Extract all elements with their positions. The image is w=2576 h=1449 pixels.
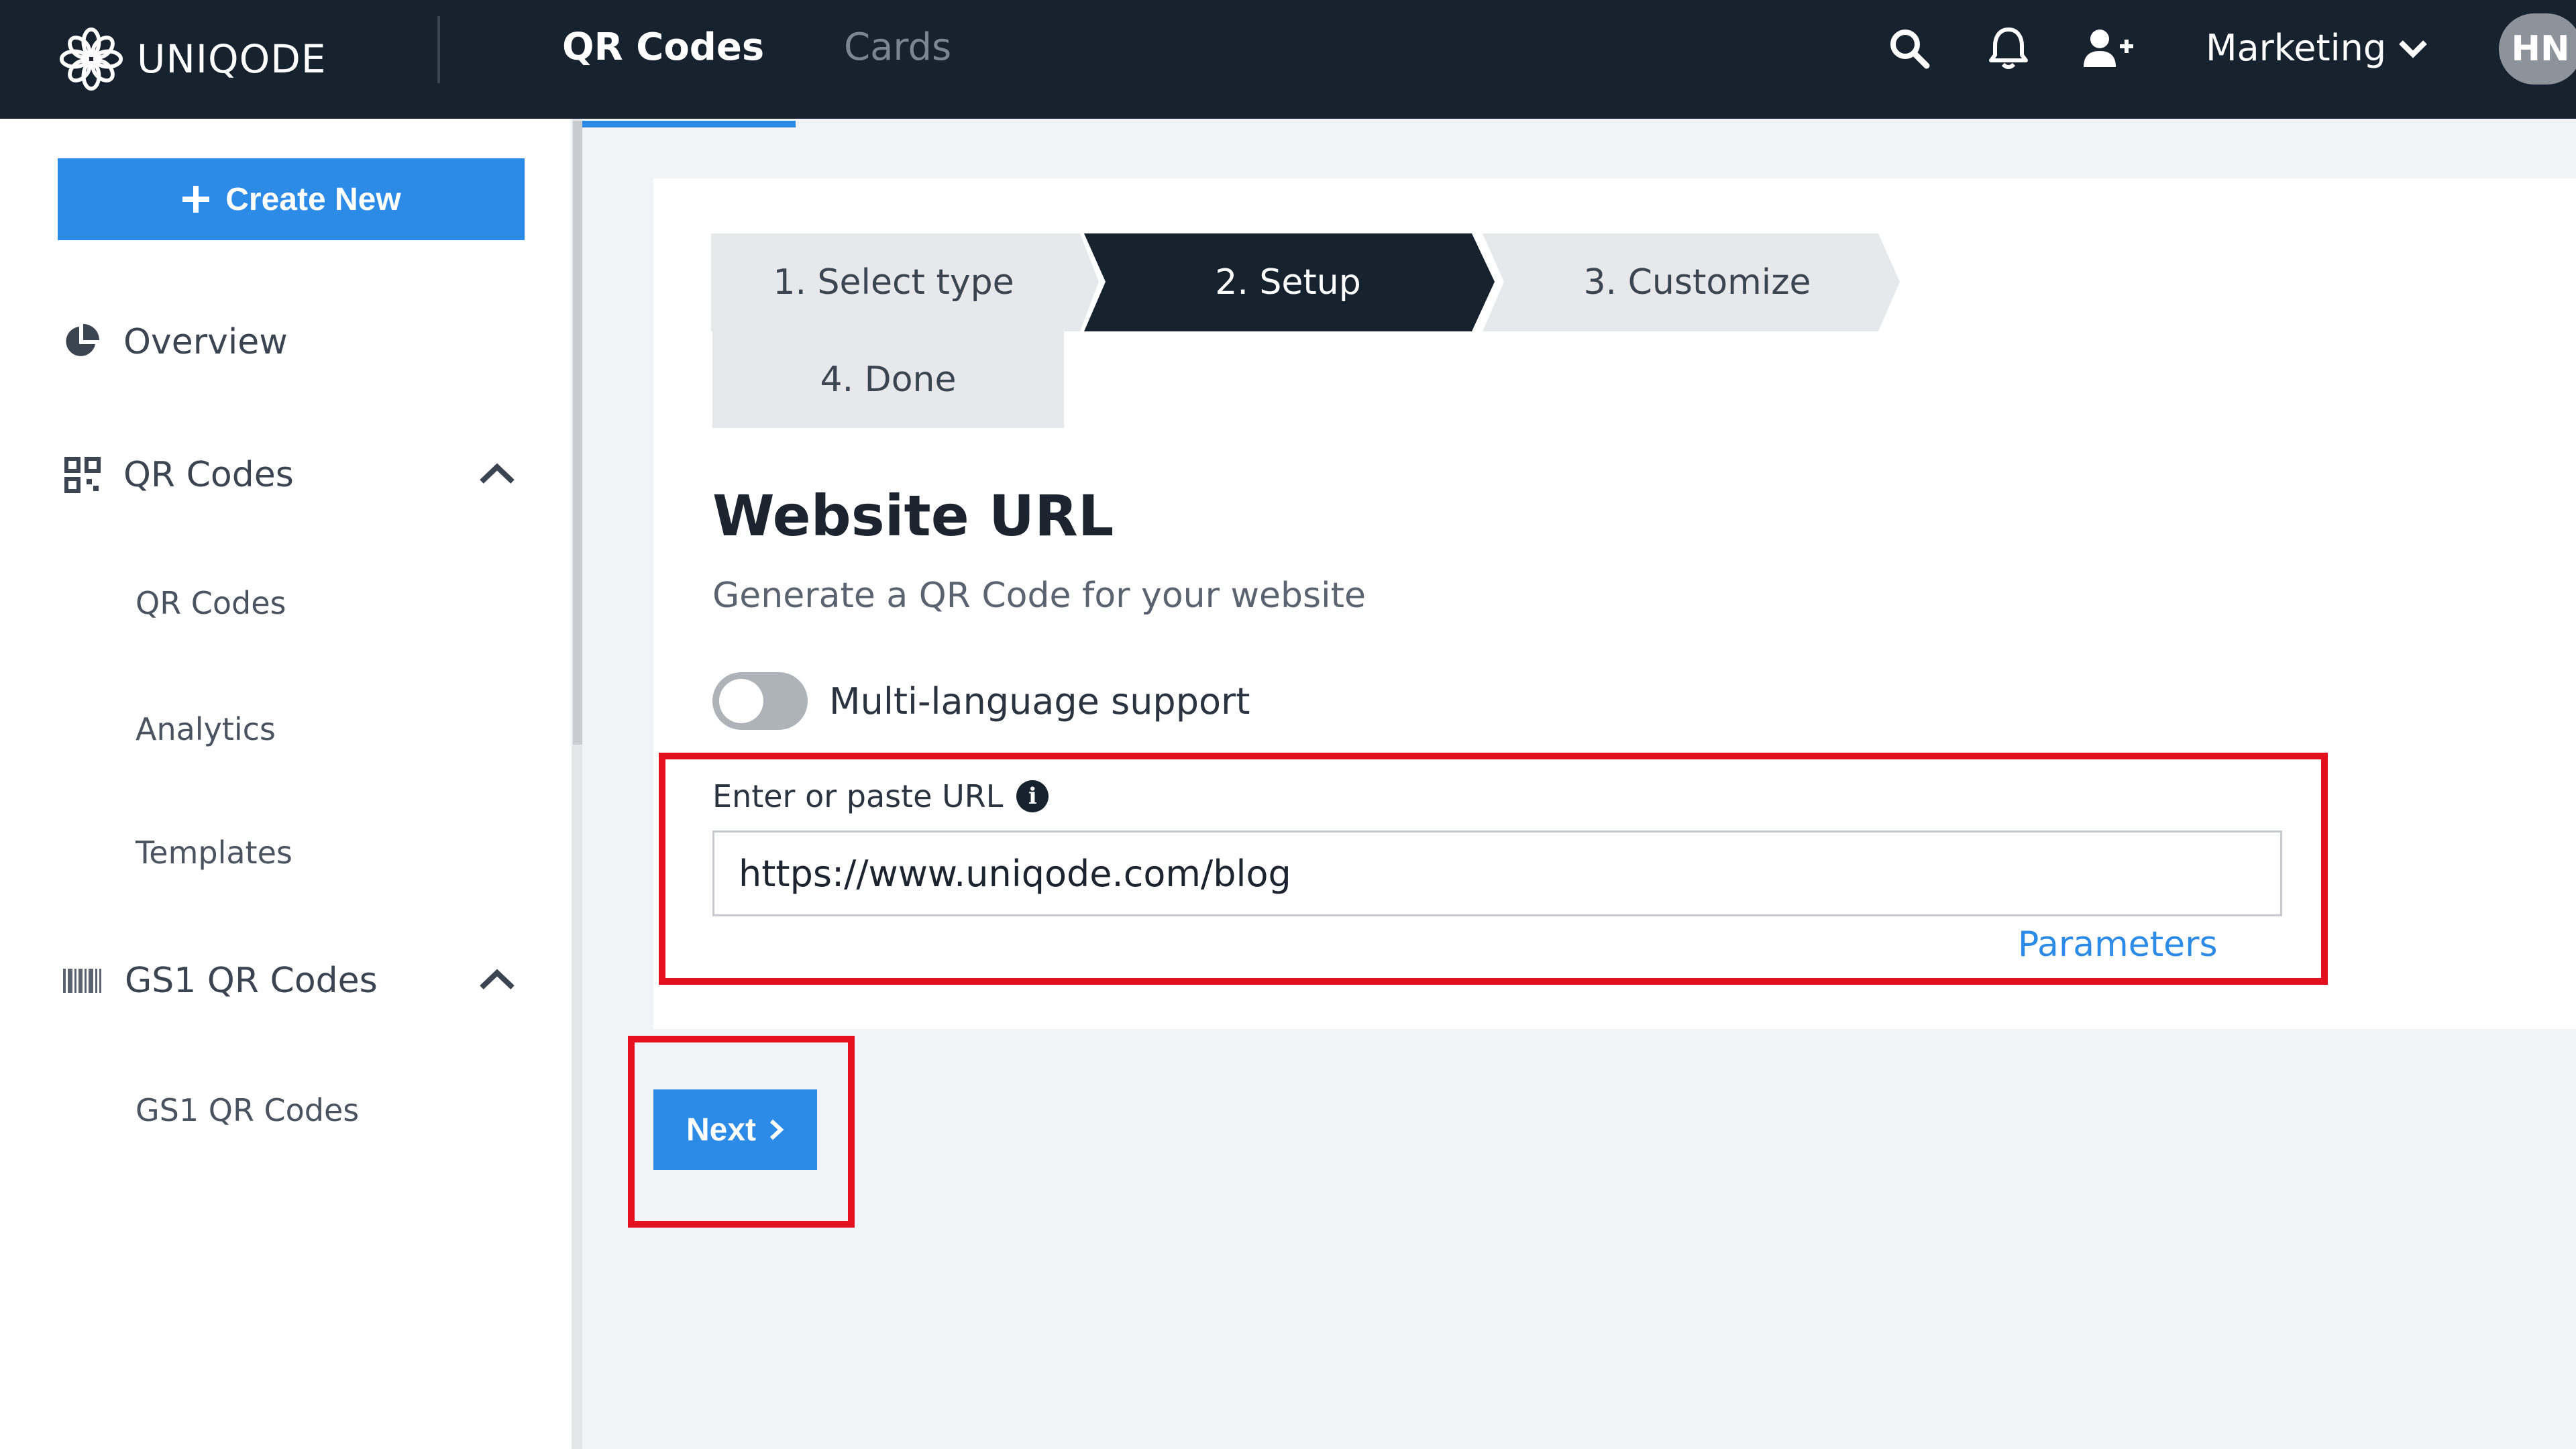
next-button-label: Next <box>686 1112 757 1148</box>
multi-language-label: Multi-language support <box>829 680 1250 722</box>
tab-qr-codes[interactable]: QR Codes <box>562 25 764 69</box>
info-icon[interactable]: i <box>1016 780 1049 812</box>
sidebar-item-overview[interactable]: Overview <box>62 322 288 362</box>
url-input[interactable] <box>712 830 2282 916</box>
sidebar-item-qr-codes[interactable]: QR Codes <box>64 455 294 495</box>
sidebar <box>0 119 572 1449</box>
sidebar-item-label: Overview <box>123 322 288 362</box>
create-new-button[interactable]: Create New <box>58 158 525 240</box>
page-title: Website URL <box>712 483 1114 549</box>
step-done[interactable]: 4. Done <box>712 331 1064 428</box>
chevron-right-icon <box>769 1119 784 1140</box>
create-new-label: Create New <box>225 181 401 217</box>
tab-cards[interactable]: Cards <box>844 25 951 69</box>
chevron-down-icon <box>2399 40 2427 58</box>
step-customize[interactable]: 3. Customize <box>1503 235 1892 330</box>
add-user-icon[interactable] <box>2081 24 2135 72</box>
search-icon[interactable] <box>1885 24 1933 72</box>
next-button[interactable]: Next <box>653 1089 817 1170</box>
sidebar-item-label: QR Codes <box>123 455 294 495</box>
url-field-label: Enter or paste URL i <box>712 778 1049 814</box>
bell-icon[interactable] <box>1984 24 2033 72</box>
top-navbar: UNIQODE QR Codes Cards Marketing HN <box>0 0 2576 119</box>
brand-logo[interactable]: UNIQODE <box>59 19 327 99</box>
workspace-name: Marketing <box>2206 27 2387 69</box>
brand-name: UNIQODE <box>137 36 327 82</box>
chevron-up-icon[interactable] <box>478 462 517 486</box>
sidebar-scrollbar[interactable] <box>573 121 582 745</box>
sidebar-subitem-analytics[interactable]: Analytics <box>136 711 276 747</box>
multi-language-toggle[interactable] <box>712 672 808 730</box>
pie-chart-icon <box>66 324 99 356</box>
sidebar-subitem-gs1-qr-codes[interactable]: GS1 QR Codes <box>136 1092 359 1128</box>
qr-grid-icon <box>64 457 101 493</box>
chevron-up-icon[interactable] <box>478 967 517 991</box>
nav-divider <box>437 16 440 83</box>
step-setup[interactable]: 2. Setup <box>1100 235 1476 330</box>
avatar[interactable]: HN <box>2499 13 2576 85</box>
sidebar-item-label: GS1 QR Codes <box>125 961 378 1001</box>
sidebar-subitem-templates[interactable]: Templates <box>136 835 292 871</box>
url-label-text: Enter or paste URL <box>712 778 1004 814</box>
sidebar-item-gs1-qr-codes[interactable]: GS1 QR Codes <box>62 961 378 1001</box>
barcode-icon <box>63 969 101 993</box>
step-select-type[interactable]: 1. Select type <box>712 235 1075 330</box>
page-subtitle: Generate a QR Code for your website <box>712 576 1366 616</box>
toggle-knob <box>719 679 763 723</box>
plus-icon <box>182 186 210 213</box>
flower-logo-icon <box>59 27 123 91</box>
parameters-link[interactable]: Parameters <box>2018 924 2218 965</box>
sidebar-subitem-qr-codes[interactable]: QR Codes <box>136 585 286 621</box>
workspace-selector[interactable]: Marketing <box>2206 27 2428 69</box>
